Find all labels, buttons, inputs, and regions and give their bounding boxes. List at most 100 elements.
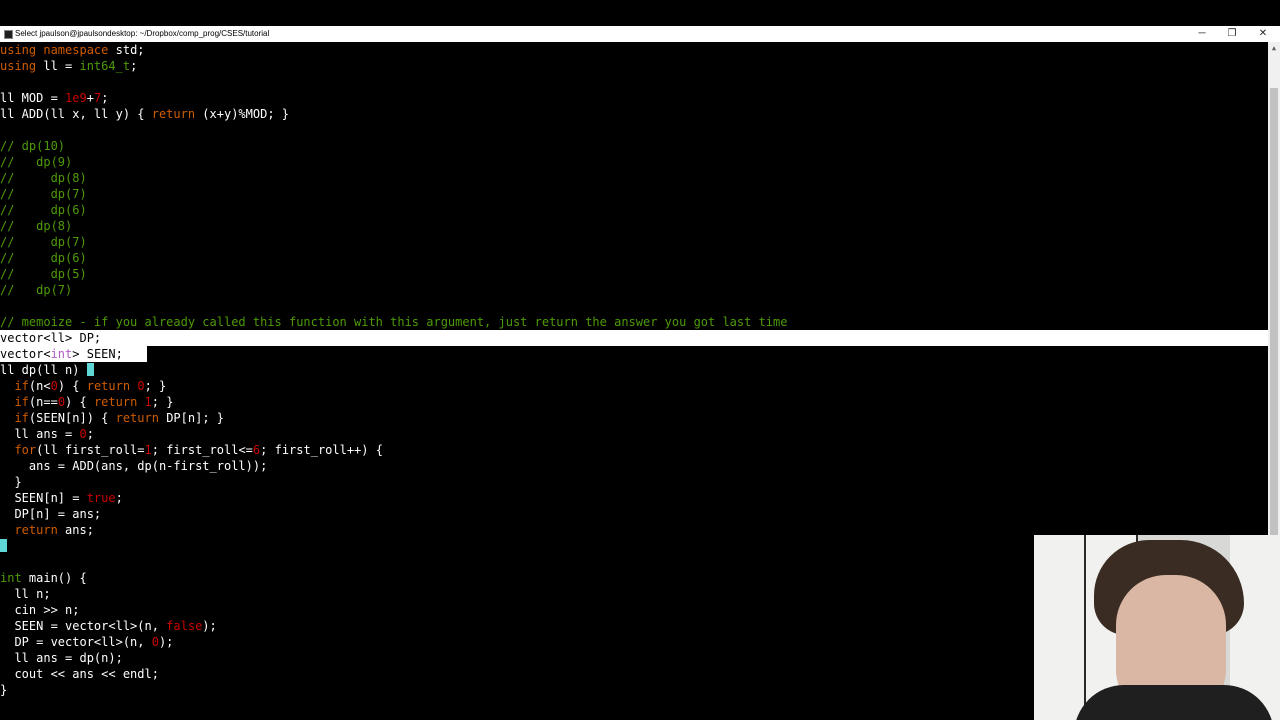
code-token: cout << ans << endl; xyxy=(0,667,159,681)
code-token: + xyxy=(86,91,94,105)
shoji-panel xyxy=(1034,535,1086,720)
code-line: // dp(8) xyxy=(0,170,87,186)
code-token: (SEEN[n]) { xyxy=(28,411,116,425)
code-token: ; } xyxy=(151,395,174,409)
window-titlebar[interactable]: Select jpaulson@jpaulsondesktop: ~/Dropb… xyxy=(0,26,1280,42)
code-line: // dp(8) xyxy=(0,218,72,234)
code-line: // dp(9) xyxy=(0,154,72,170)
code-line xyxy=(0,538,7,554)
code-token: return xyxy=(115,411,159,425)
code-token: if xyxy=(14,411,29,425)
restore-icon[interactable]: ❐ xyxy=(1217,26,1247,42)
code-token: ll n; xyxy=(0,587,51,601)
code-token: int xyxy=(50,347,73,361)
code-token: // dp(9) xyxy=(0,155,73,169)
code-token: } xyxy=(0,475,22,489)
code-token: vector< xyxy=(0,347,51,361)
code-token: (ll first_roll= xyxy=(36,443,145,457)
code-token: DP[n]; } xyxy=(158,411,224,425)
code-line: // memoize - if you already called this … xyxy=(0,314,787,330)
code-token: ll ans = dp(n); xyxy=(0,651,123,665)
code-token: ; xyxy=(130,59,138,73)
code-token: ) { xyxy=(57,379,87,393)
webcam-overlay xyxy=(1034,535,1280,720)
code-token: using xyxy=(0,59,37,73)
code-line: // dp(10) xyxy=(0,138,65,154)
code-line: ans = ADD(ans, dp(n-first_roll)); xyxy=(0,458,267,474)
code-line: ll n; xyxy=(0,586,51,602)
code-token: // dp(6) xyxy=(0,251,87,265)
code-token: (x+y)%MOD; } xyxy=(195,107,289,121)
code-token: if xyxy=(14,395,29,409)
code-line-selected: vector<int> SEEN; xyxy=(0,346,147,362)
code-token: ; xyxy=(115,491,123,505)
close-icon[interactable]: ✕ xyxy=(1248,26,1278,42)
code-line: // dp(7) xyxy=(0,234,87,250)
code-token: ll dp(ll n) xyxy=(0,363,87,377)
code-token: ; first_roll++) { xyxy=(260,443,383,457)
code-line: if(SEEN[n]) { return DP[n]; } xyxy=(0,410,224,426)
code-line: using namespace std; xyxy=(0,42,145,58)
code-line: return ans; xyxy=(0,522,94,538)
code-token: namespace xyxy=(43,43,109,57)
code-token: ; xyxy=(101,91,109,105)
code-line: // dp(5) xyxy=(0,266,87,282)
code-token: main() { xyxy=(21,571,87,585)
code-token: // dp(10) xyxy=(0,139,66,153)
code-token: 1 xyxy=(144,395,152,409)
code-token: ans = ADD(ans, dp(n-first_roll)); xyxy=(0,459,268,473)
code-token: } xyxy=(0,683,8,697)
code-token: (n< xyxy=(28,379,51,393)
code-token: std; xyxy=(108,43,145,57)
code-token: ll ADD(ll x, ll y) { xyxy=(0,107,152,121)
code-token: // dp(8) xyxy=(0,219,73,233)
code-token: 1e9 xyxy=(65,91,87,105)
code-token: ); xyxy=(202,619,217,633)
code-token: return xyxy=(151,107,196,121)
code-line: ll MOD = 1e9+7; xyxy=(0,90,108,106)
code-line: cin >> n; xyxy=(0,602,79,618)
code-token: ) { xyxy=(65,395,94,409)
code-line: DP = vector<ll>(n, 0); xyxy=(0,634,173,650)
code-token: // dp(6) xyxy=(0,203,87,217)
code-token: ); xyxy=(158,635,174,649)
code-token: return xyxy=(86,379,131,393)
code-line: ll ans = dp(n); xyxy=(0,650,123,666)
code-line: if(n==0) { return 1; } xyxy=(0,394,173,410)
code-line: using ll = int64_t; xyxy=(0,58,137,74)
code-line: // dp(6) xyxy=(0,202,87,218)
code-token: int64_t xyxy=(79,59,131,73)
code-token: true xyxy=(86,491,116,505)
code-token: return xyxy=(14,523,58,537)
code-line: ll ans = 0; xyxy=(0,426,94,442)
code-token: // memoize - if you already called this … xyxy=(0,315,788,329)
code-token: false xyxy=(166,619,203,633)
code-token: int xyxy=(0,571,22,585)
code-token: DP = vector<ll>(n, xyxy=(0,635,152,649)
code-token: 0 xyxy=(151,635,159,649)
code-token: // dp(7) xyxy=(0,187,87,201)
code-token: ll = xyxy=(36,59,80,73)
code-token: vector<ll> DP; xyxy=(0,331,102,345)
code-token: DP[n] = ans; xyxy=(0,507,102,521)
code-line: ll dp(ll n) xyxy=(0,362,94,378)
code-token: ans; xyxy=(57,523,94,537)
scroll-up-icon[interactable]: ▲ xyxy=(1268,42,1280,54)
person-shirt xyxy=(1074,685,1274,720)
code-token: return xyxy=(93,395,138,409)
code-token: 0 xyxy=(79,427,87,441)
code-token: // dp(5) xyxy=(0,267,87,281)
code-token: for xyxy=(14,443,37,457)
code-token: 0 xyxy=(50,379,58,393)
code-line: } xyxy=(0,474,22,490)
code-line: cout << ans << endl; xyxy=(0,666,159,682)
code-line-selected: vector<ll> DP; xyxy=(0,330,1268,346)
code-token: using xyxy=(0,43,37,57)
minimize-icon[interactable]: ─ xyxy=(1187,26,1217,42)
window-title: Select jpaulson@jpaulsondesktop: ~/Dropb… xyxy=(15,29,270,38)
code-line: // dp(6) xyxy=(0,250,87,266)
code-token: SEEN[n] = xyxy=(0,491,87,505)
code-token: 1 xyxy=(144,443,152,457)
